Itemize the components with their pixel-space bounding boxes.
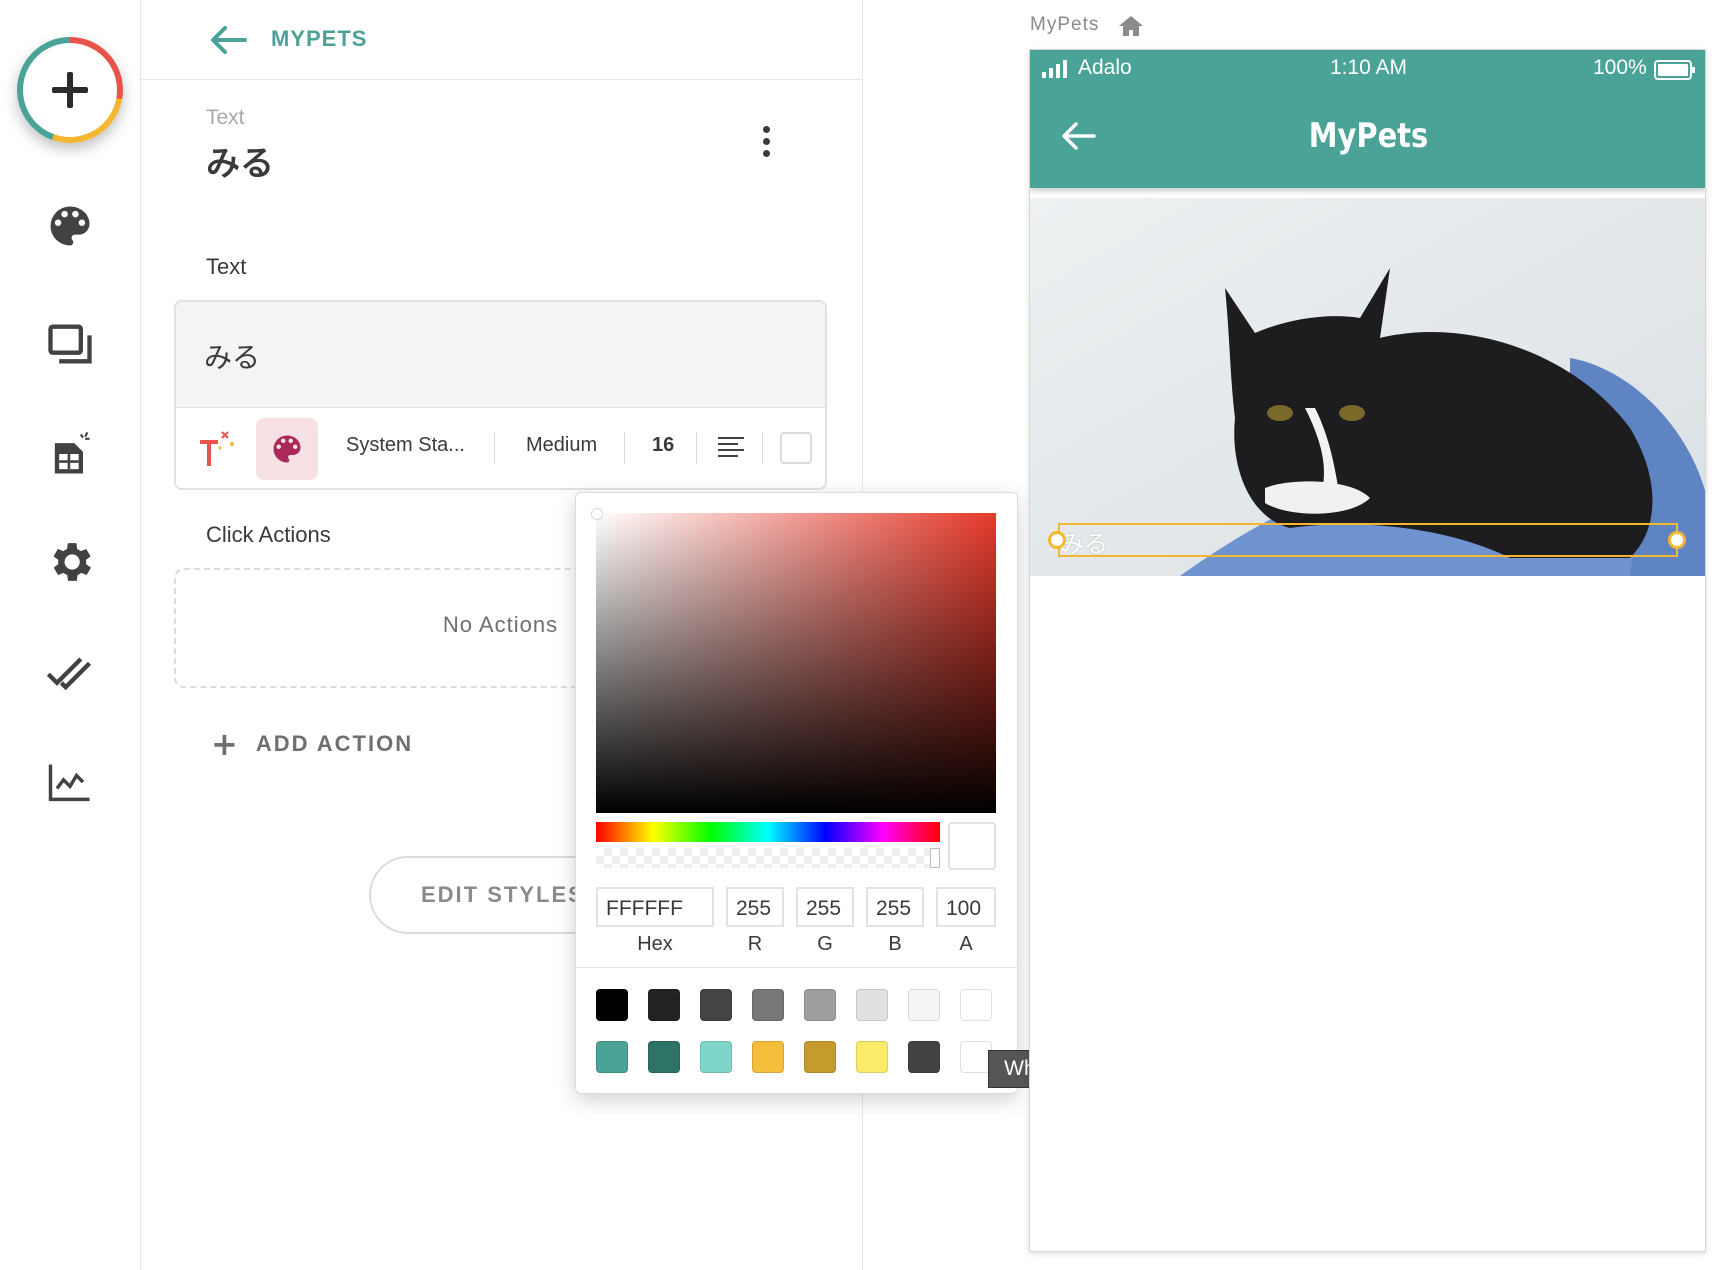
hue-slider[interactable]	[596, 822, 940, 842]
b-input[interactable]: 255	[866, 887, 924, 927]
screen-title: MyPets	[1308, 116, 1429, 156]
text-value: みる	[204, 341, 261, 374]
cat-image[interactable]	[1030, 198, 1706, 576]
font-size-input[interactable]: 16	[652, 434, 674, 457]
add-component-button[interactable]	[17, 37, 123, 143]
plus-icon: +	[211, 725, 238, 763]
color-swatch[interactable]	[700, 989, 732, 1021]
resize-handle-right[interactable]	[1668, 531, 1686, 549]
text-section-label: Text	[206, 254, 247, 279]
font-weight-select[interactable]: Medium	[526, 434, 597, 457]
alpha-slider[interactable]	[596, 848, 940, 868]
selection-box	[1058, 523, 1678, 557]
text-color-swatch[interactable]	[780, 432, 812, 464]
add-action-button[interactable]: + ADD ACTION	[211, 725, 414, 763]
text-style-toolbar: System Sta... Medium 16	[176, 408, 825, 488]
color-swatch[interactable]	[908, 989, 940, 1021]
preview-title: MyPets	[1030, 14, 1100, 35]
more-vert-icon[interactable]	[756, 126, 776, 166]
add-action-label: ADD ACTION	[255, 731, 414, 756]
battery-icon	[1654, 60, 1695, 80]
r-input[interactable]: 255	[726, 887, 784, 927]
color-swatch[interactable]	[596, 1041, 628, 1073]
left-rail	[0, 0, 141, 1270]
app-name-link[interactable]: MYPETS	[271, 26, 367, 52]
hex-label: Hex	[637, 933, 673, 955]
a-label: A	[959, 933, 973, 955]
analytics-icon[interactable]	[44, 756, 96, 808]
panel-header: MYPETS	[141, 0, 863, 80]
color-swatch[interactable]	[960, 989, 992, 1021]
settings-icon[interactable]	[44, 536, 96, 588]
palette-icon	[273, 435, 301, 463]
home-icon[interactable]	[1118, 14, 1144, 38]
saturation-cursor[interactable]	[592, 509, 602, 519]
database-icon[interactable]	[44, 428, 96, 480]
click-actions-label: Click Actions	[206, 522, 331, 547]
saturation-area[interactable]	[592, 509, 996, 813]
a-input[interactable]: 100	[936, 887, 996, 927]
publish-icon[interactable]	[44, 646, 96, 698]
color-swatch[interactable]	[804, 1041, 836, 1073]
app-bar: Adalo 1:10 AM 100% MyPets	[1030, 50, 1705, 188]
text-property-box: みる System Sta... Medium 16	[174, 300, 827, 490]
component-type-label: Text	[206, 106, 245, 129]
r-label: R	[747, 933, 763, 955]
magic-text-icon[interactable]	[196, 426, 236, 470]
color-swatch[interactable]	[856, 1041, 888, 1073]
color-preview	[948, 822, 996, 870]
color-swatch[interactable]	[752, 1041, 784, 1073]
screens-icon[interactable]	[44, 318, 96, 370]
status-battery: 100%	[1593, 56, 1647, 79]
palette-icon[interactable]	[44, 200, 96, 252]
align-left-icon[interactable]	[716, 434, 746, 460]
add-icon	[23, 43, 117, 137]
color-swatch[interactable]	[700, 1041, 732, 1073]
color-swatch[interactable]	[856, 989, 888, 1021]
back-arrow-icon[interactable]	[209, 22, 249, 58]
color-swatch[interactable]	[752, 989, 784, 1021]
color-swatch[interactable]	[596, 989, 628, 1021]
phone-preview: Adalo 1:10 AM 100% MyPets みる	[1029, 49, 1706, 1252]
color-swatch[interactable]	[648, 989, 680, 1021]
font-family-select[interactable]: System Sta...	[346, 434, 465, 457]
color-swatch[interactable]	[648, 1041, 680, 1073]
text-color-button[interactable]	[256, 418, 318, 480]
app-root: MYPETS Text みる Text みる System Sta... Med…	[0, 0, 1726, 1270]
edit-styles-label: EDIT STYLES	[421, 882, 585, 907]
text-value-input[interactable]: みる	[176, 302, 825, 408]
g-input[interactable]: 255	[796, 887, 854, 927]
g-label: G	[817, 933, 833, 955]
color-picker-popup: FFFFFF 255 255 255 100 Hex R G B A	[575, 492, 1018, 1094]
resize-handle-left[interactable]	[1048, 531, 1066, 549]
component-name[interactable]: みる	[206, 136, 274, 185]
b-label: B	[888, 933, 902, 955]
color-swatch[interactable]	[908, 1041, 940, 1073]
color-swatch[interactable]	[804, 989, 836, 1021]
hex-input[interactable]: FFFFFF	[596, 887, 714, 927]
